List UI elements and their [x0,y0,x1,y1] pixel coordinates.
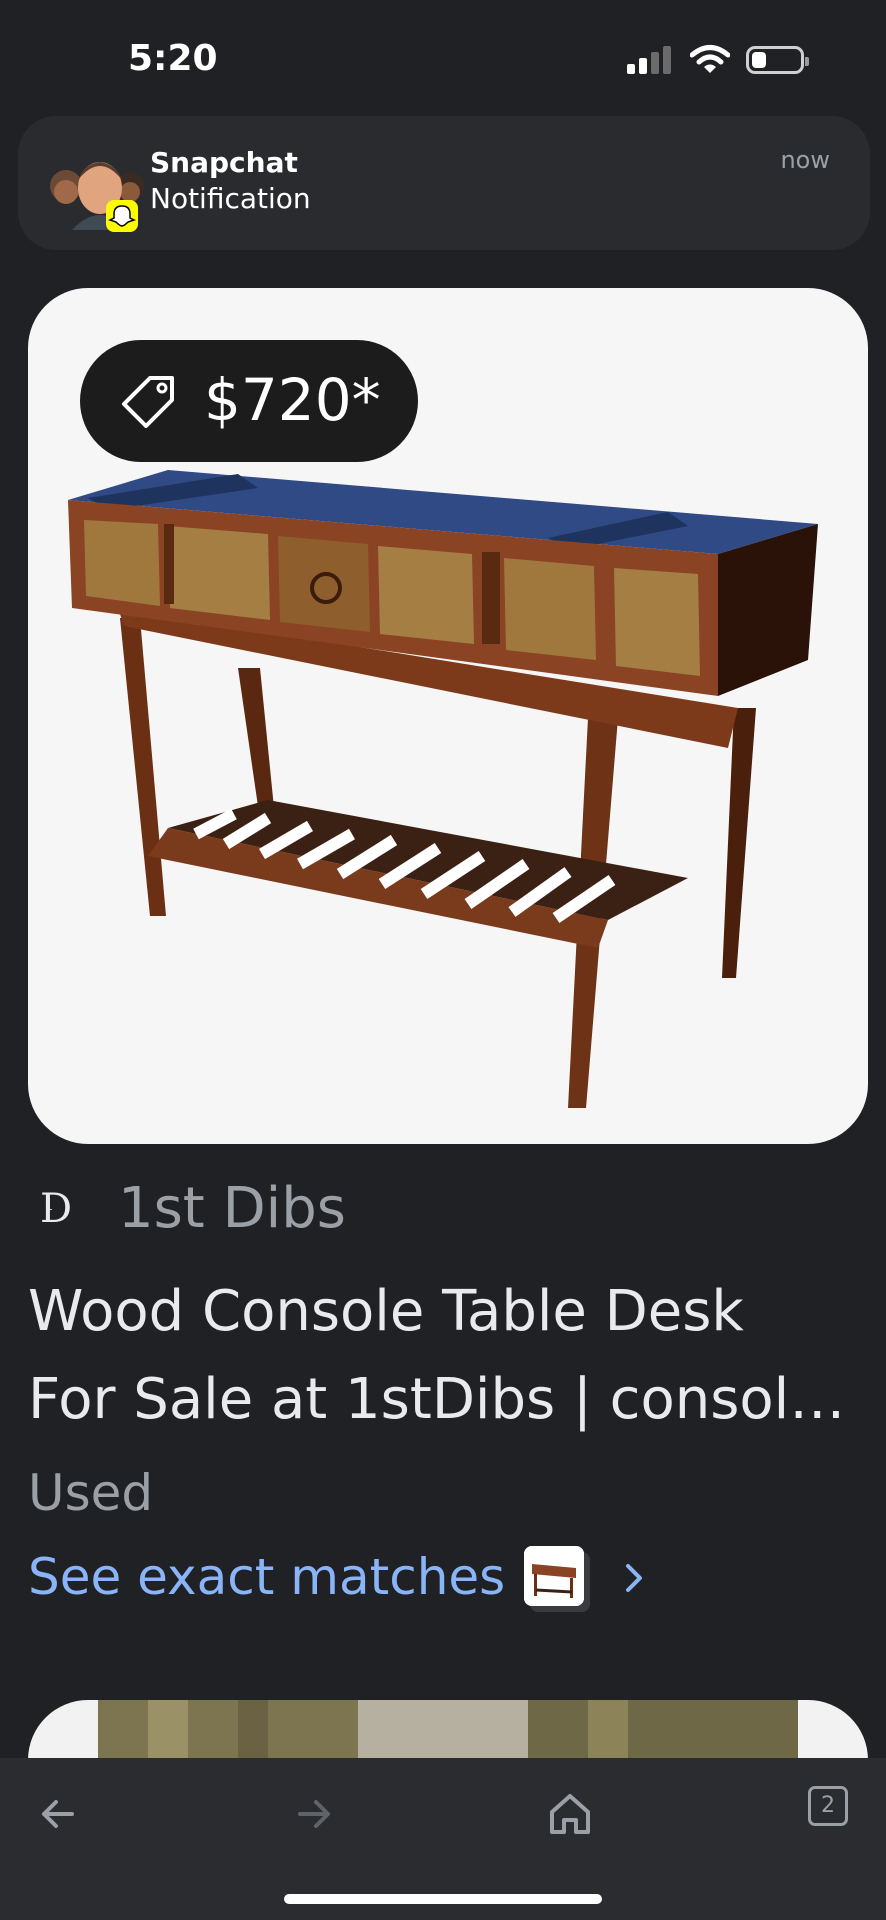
notification-body: Notification [150,182,311,215]
status-time: 5:20 [128,38,218,79]
home-indicator [284,1894,602,1904]
home-icon[interactable] [540,1784,600,1844]
result-title-line1: Wood Console Table Desk [28,1279,744,1344]
source-name: 1st Dibs [118,1176,346,1241]
browser-toolbar: 2 [0,1758,886,1920]
product-image-card[interactable]: $720* [28,288,868,1144]
tab-count: 2 [821,1793,835,1818]
snapchat-notification[interactable]: Snapchat Notification now [18,116,870,250]
bitmoji-avatar [50,162,144,232]
signal-icon [627,46,673,74]
price-label: $720* [204,366,381,434]
svg-text:1: 1 [44,1195,54,1214]
wifi-icon [690,45,730,73]
tag-icon [122,376,174,428]
price-badge: $720* [80,340,418,462]
battery-icon [746,46,809,74]
result-title-line2: For Sale at 1stDibs | console table [28,1367,858,1432]
notification-time: now [780,146,830,174]
see-exact-matches-label: See exact matches [28,1548,506,1606]
status-bar: 5:20 [0,0,886,110]
tabs-icon[interactable]: 2 [808,1786,848,1826]
chevron-right-icon [626,1564,642,1592]
result-title[interactable]: Wood Console Table Desk For Sale at 1stD… [28,1268,858,1444]
match-thumbnail [524,1546,584,1606]
condition-label: Used [28,1464,154,1522]
1stdibs-logo-icon: D 1 [40,1186,72,1232]
forward-arrow-icon[interactable] [284,1784,344,1844]
see-exact-matches-link[interactable]: See exact matches [28,1538,668,1618]
notification-title: Snapchat [150,146,298,179]
back-arrow-icon[interactable] [28,1784,88,1844]
